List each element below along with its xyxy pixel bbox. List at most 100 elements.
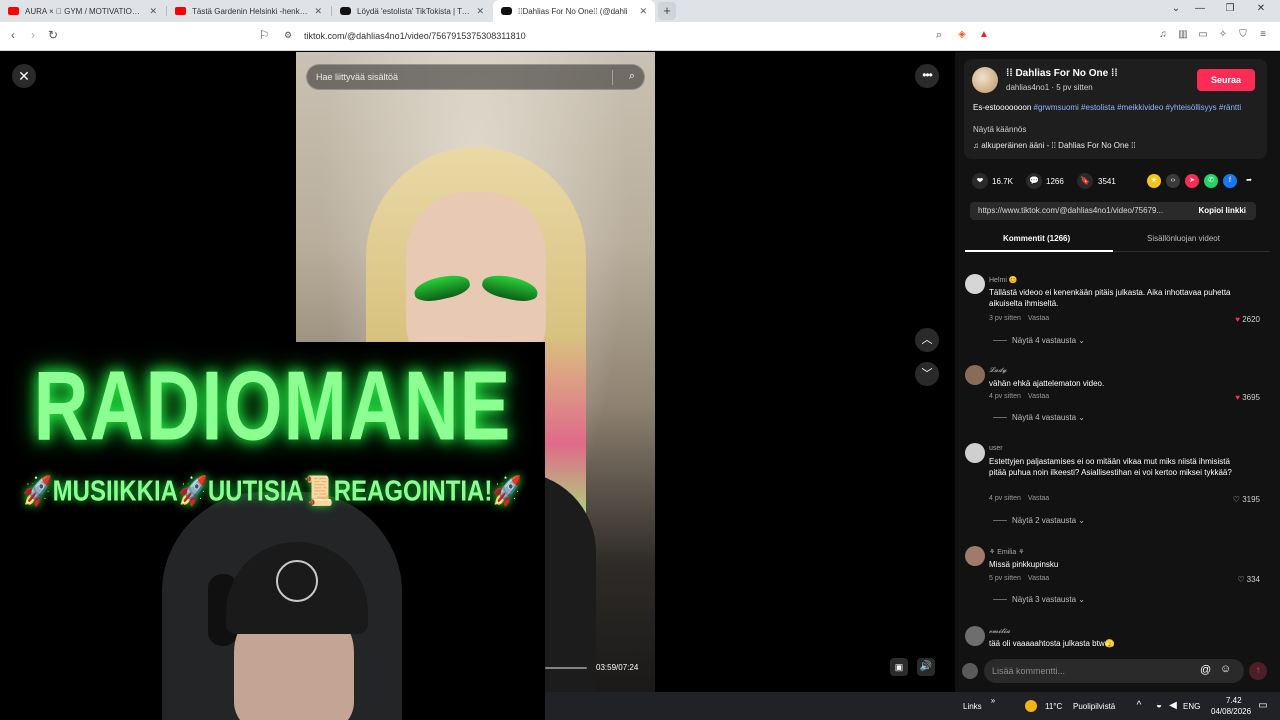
browser-tab[interactable]: Löydä 'estolista' TikTokista | TikTok-h … [332, 0, 492, 22]
close-tab-icon[interactable]: ✕ [639, 6, 647, 17]
network-icon[interactable]: ◒ [1153, 700, 1165, 711]
warning-icon[interactable]: ▲ [978, 29, 990, 41]
media-icon[interactable]: ♫ [1157, 29, 1169, 41]
browser-tab-active[interactable]: ⁞⁞Dahlias For No One⁞⁞ (@dahli ✕ [493, 0, 655, 22]
notifications-icon[interactable]: ▭ [1257, 700, 1269, 711]
avatar[interactable] [972, 67, 998, 93]
previous-video-button[interactable]: ︿ [915, 328, 939, 352]
site-info-icon[interactable]: ⚙ [284, 30, 292, 41]
follow-button[interactable]: Seuraa [1197, 69, 1255, 91]
mention-icon[interactable]: @ [1200, 664, 1211, 676]
zoom-icon[interactable]: ⌕ [936, 29, 942, 42]
comment-icon[interactable]: 💬 [1026, 173, 1042, 189]
reply-line [993, 340, 1007, 342]
send-icon[interactable]: ↑ [1249, 662, 1267, 680]
close-tab-icon[interactable]: ✕ [314, 6, 322, 17]
whatsapp-icon[interactable]: ✆ [1204, 174, 1218, 188]
sidebar-icon[interactable]: ▥ [1177, 29, 1189, 41]
tab-comments[interactable]: Kommentit (1266) [1003, 234, 1070, 243]
comment-user[interactable]: ⚘ Emilia ⚘ [989, 548, 1025, 556]
video-time: 03:59/07:24 [596, 663, 639, 672]
emoji-icon[interactable]: ☺ [1220, 663, 1231, 675]
close-video-button[interactable]: ✕ [12, 64, 36, 88]
avatar[interactable] [965, 365, 985, 385]
new-tab-button[interactable]: + [658, 2, 676, 20]
comment-user[interactable]: user [989, 445, 1003, 452]
friends-icon[interactable]: ➤ [1185, 174, 1199, 188]
see-translation-link[interactable]: Näytä käännös [973, 125, 1026, 134]
language-indicator[interactable]: ENG [1183, 702, 1200, 711]
close-tab-icon[interactable]: ✕ [476, 6, 484, 17]
share-arrow-icon[interactable]: ➦ [1242, 174, 1256, 188]
bookmark-icon[interactable]: ⚐ [257, 28, 271, 42]
url-field[interactable]: ⚙ tiktok.com/@dahlias4no1/video/75679153… [278, 26, 948, 47]
heart-icon[interactable]: ❤ [972, 173, 988, 189]
reply-button[interactable]: Vastaa [1028, 575, 1049, 582]
tray-expand-icon[interactable]: ^ [1133, 700, 1145, 711]
reply-button[interactable]: Vastaa [1028, 315, 1049, 322]
back-icon[interactable]: ‹ [6, 28, 20, 42]
comment-like[interactable]: ♥ 2620 [1235, 315, 1260, 324]
wallet-icon[interactable]: ▭ [1197, 29, 1209, 41]
chevron-icon[interactable]: » [987, 696, 999, 705]
view-replies-button[interactable]: Näytä 2 vastausta ⌄ [993, 516, 1085, 525]
facebook-icon[interactable]: f [1223, 174, 1237, 188]
avatar[interactable] [965, 274, 985, 294]
comment-like[interactable]: ♥ 3695 [1235, 393, 1260, 402]
avatar[interactable] [965, 546, 985, 566]
music-link[interactable]: ♫ alkuperäinen ääni - ⁞⁞ Dahlias For No … [973, 141, 1136, 150]
comment-user[interactable]: 𝓛𝓪𝓭𝔂 [989, 367, 1007, 375]
coin-icon[interactable]: ★ [1147, 174, 1161, 188]
video-progress-bar[interactable] [545, 667, 587, 669]
view-replies-button[interactable]: Näytä 3 vastausta ⌄ [993, 595, 1085, 604]
bookmark-icon[interactable]: 🔖 [1077, 173, 1093, 189]
heart-outline-icon[interactable]: ♡ [1237, 575, 1244, 584]
tab-creator-videos[interactable]: Sisällönluojan videot [1147, 234, 1220, 243]
tab-list-icon[interactable]: ⌄ [1169, 3, 1183, 14]
picture-in-picture-icon[interactable]: ▣ [890, 658, 908, 676]
weather-condition[interactable]: Puolipilvistä [1073, 702, 1115, 711]
hashtags[interactable]: #grwmsuomi #estolista #meikkivideo #yhte… [1031, 103, 1241, 112]
more-options-button[interactable]: ••• [915, 64, 939, 88]
maximize-icon[interactable]: ❐ [1223, 3, 1237, 14]
embed-icon[interactable]: ‹› [1166, 174, 1180, 188]
heart-icon[interactable]: ♥ [1235, 315, 1240, 324]
view-replies-button[interactable]: Näytä 4 vastausta ⌄ [993, 413, 1085, 422]
comment-user[interactable]: 𝓮𝓶𝓲𝓵𝓲𝓪 [989, 628, 1010, 636]
links-toolbar[interactable]: Links [963, 702, 982, 711]
avatar[interactable] [965, 626, 985, 646]
close-window-icon[interactable]: ✕ [1254, 3, 1268, 14]
ai-icon[interactable]: ✧ [1217, 29, 1229, 41]
clock-date[interactable]: 04/08/2026 [1211, 707, 1251, 716]
volume-icon[interactable]: 🔊 [917, 658, 935, 676]
close-tab-icon[interactable]: ✕ [149, 6, 157, 17]
clock-time[interactable]: 7.42 [1226, 696, 1242, 705]
comment-input[interactable]: Lisää kommentti... @ ☺ [984, 659, 1244, 683]
vpn-icon[interactable]: ⛉ [1237, 29, 1249, 41]
related-search-bar[interactable]: Hae liittyvää sisältöä ⌕ [306, 64, 645, 90]
avatar[interactable] [965, 443, 985, 463]
reply-button[interactable]: Vastaa [1028, 393, 1049, 400]
menu-icon[interactable]: ≡ [1257, 29, 1269, 41]
heart-outline-icon[interactable]: ♡ [1233, 495, 1240, 504]
author-name[interactable]: ⁞⁞ Dahlias For No One ⁞⁞ [1006, 68, 1118, 79]
forward-icon[interactable]: › [26, 28, 40, 42]
minimize-icon[interactable]: — [1193, 3, 1207, 14]
weather-temp[interactable]: 11°C [1045, 702, 1062, 711]
speaker-icon[interactable]: ◀ [1167, 700, 1179, 711]
comment-user[interactable]: Helmi 😊 [989, 276, 1018, 284]
copy-link-button[interactable]: Kopioi linkki [1198, 206, 1246, 215]
view-replies-button[interactable]: Näytä 4 vastausta ⌄ [993, 336, 1085, 345]
browser-tab[interactable]: AURA × 🏻 GYM / MOTIVATION × Eur ✕ [0, 0, 165, 22]
heart-icon[interactable]: ♥ [1235, 393, 1240, 402]
next-video-button[interactable]: ﹀ [915, 362, 939, 386]
search-icon[interactable]: ⌕ [629, 70, 635, 83]
reply-button[interactable]: Vastaa [1028, 495, 1049, 502]
brave-shield-icon[interactable]: ◈ [956, 29, 968, 41]
url-text: tiktok.com/@dahlias4no1/video/7567915375… [304, 31, 526, 41]
browser-tab[interactable]: Tästä Gardenin Helsinki -henkilöseen on … [167, 0, 330, 22]
reload-icon[interactable]: ↻ [46, 28, 60, 42]
comment-like[interactable]: ♡ 3195 [1233, 495, 1260, 504]
comment-age: 5 pv sitten [989, 575, 1021, 582]
comment-like[interactable]: ♡ 334 [1237, 575, 1260, 584]
